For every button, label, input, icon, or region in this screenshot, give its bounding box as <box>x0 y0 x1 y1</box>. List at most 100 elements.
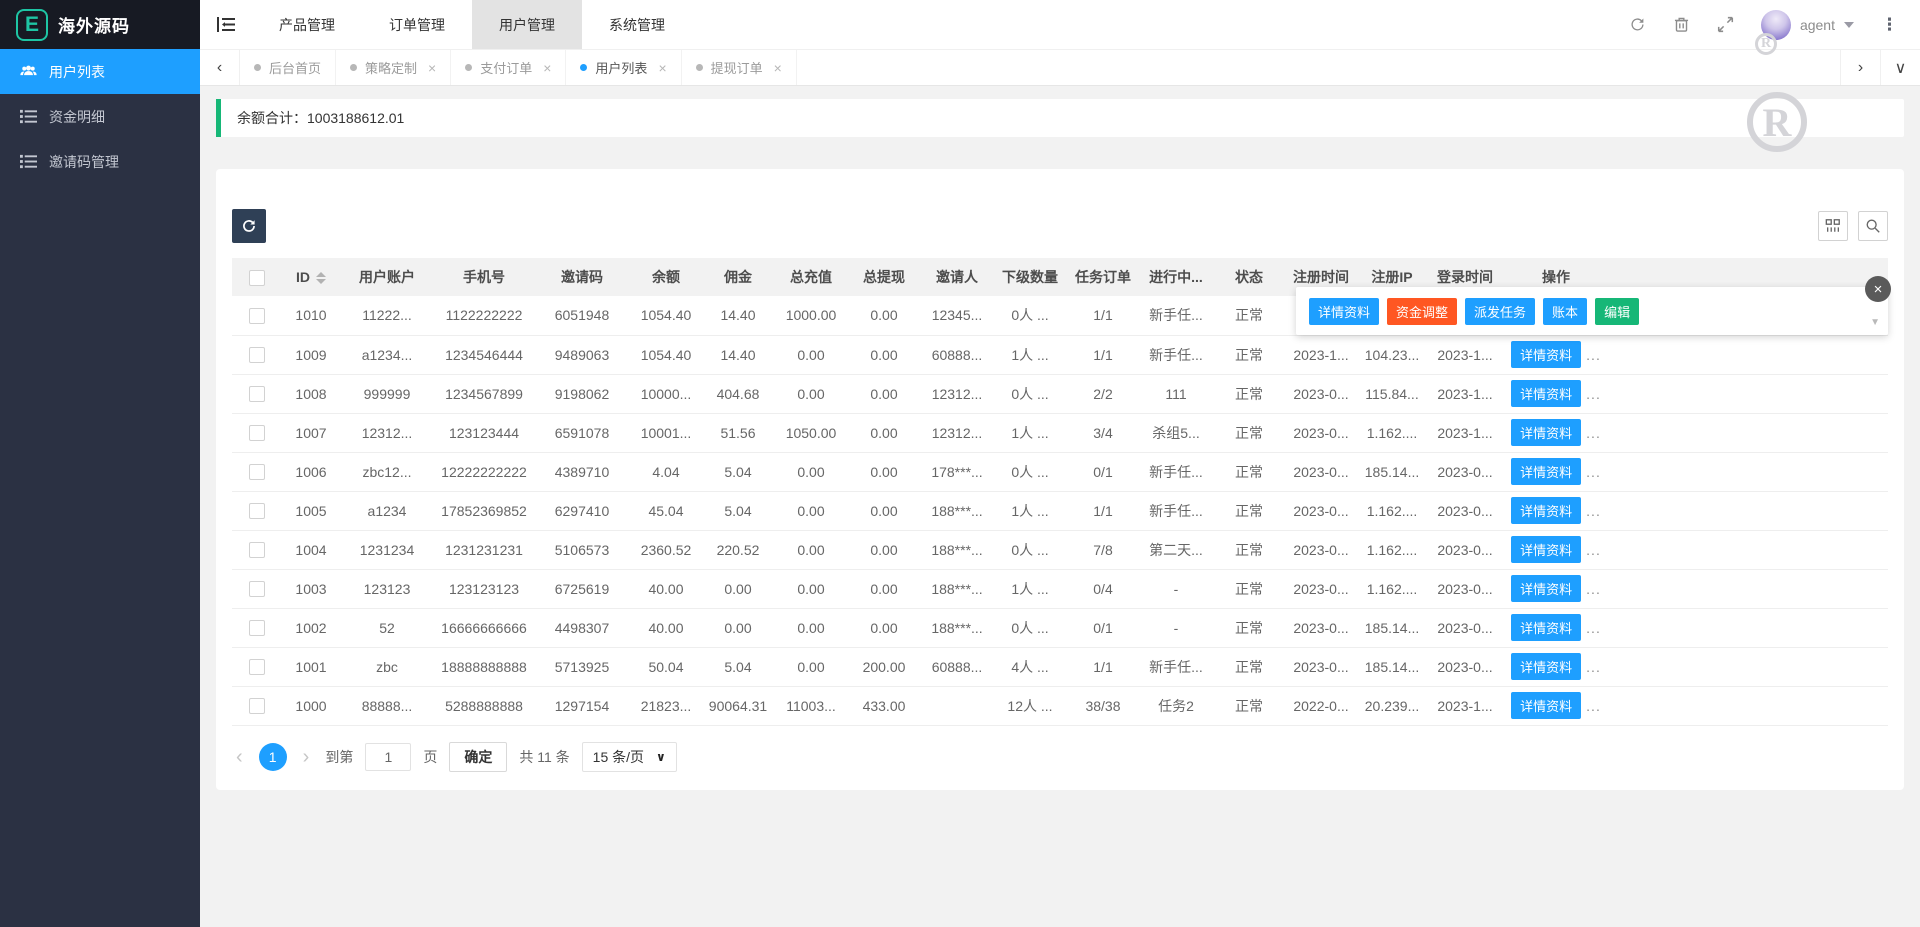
more-actions-icon[interactable]: ... <box>1586 347 1601 363</box>
select-all-checkbox[interactable] <box>249 270 265 286</box>
ledger-button[interactable]: 账本 <box>1543 298 1587 325</box>
nav-system-management[interactable]: 系统管理 <box>582 0 692 49</box>
tab-strategy[interactable]: 策略定制 × <box>336 50 451 85</box>
kebab-menu-icon[interactable]: ⋮ <box>1881 15 1898 35</box>
detail-button[interactable]: 详情资料 <box>1511 458 1581 485</box>
more-actions-icon[interactable]: ... <box>1586 425 1601 441</box>
more-actions-icon[interactable]: ... <box>1586 581 1601 597</box>
pagination: ‹ 1 › 到第 页 确定 共 11 条 15 条/页 ∨ <box>232 726 1888 774</box>
cell-status: 正常 <box>1212 452 1286 491</box>
detail-button[interactable]: 详情资料 <box>1511 575 1581 602</box>
actions-cell: 详情资料... <box>1502 647 1610 686</box>
more-actions-icon[interactable]: ... <box>1586 464 1601 480</box>
cell-phone: 18888888888 <box>434 647 534 686</box>
detail-button[interactable]: 详情资料 <box>1511 419 1581 446</box>
row-checkbox[interactable] <box>249 659 265 675</box>
refresh-icon[interactable] <box>1629 16 1646 33</box>
tabs-scroll-left-icon[interactable]: ‹ <box>200 50 240 85</box>
sidebar-item-invite-code[interactable]: 邀请码管理 <box>0 139 200 184</box>
avatar[interactable] <box>1761 10 1791 40</box>
edit-button[interactable]: 编辑 <box>1595 298 1639 325</box>
current-page-badge[interactable]: 1 <box>259 743 287 771</box>
fullscreen-icon[interactable] <box>1717 16 1734 33</box>
tabs-menu-icon[interactable]: ∨ <box>1880 50 1920 85</box>
trash-icon[interactable] <box>1673 16 1690 33</box>
sidebar-item-label: 用户列表 <box>49 62 105 82</box>
more-actions-icon[interactable]: ... <box>1586 386 1601 402</box>
more-actions-icon[interactable]: ... <box>1586 542 1601 558</box>
cell-tasks: 0/1 <box>1066 608 1140 647</box>
table-refresh-button[interactable] <box>232 209 266 243</box>
next-page-icon[interactable]: › <box>299 747 314 767</box>
cell-status: 正常 <box>1212 491 1286 530</box>
nav-user-management[interactable]: 用户管理 <box>472 0 582 49</box>
dispatch-task-button[interactable]: 派发任务 <box>1465 298 1535 325</box>
row-checkbox[interactable] <box>249 425 265 441</box>
tab-pay-orders[interactable]: 支付订单 × <box>451 50 566 85</box>
nav-product-management[interactable]: 产品管理 <box>252 0 362 49</box>
detail-button[interactable]: 详情资料 <box>1511 497 1581 524</box>
row-checkbox[interactable] <box>249 542 265 558</box>
cell-progress: - <box>1140 608 1212 647</box>
tab-home[interactable]: 后台首页 <box>240 50 336 85</box>
tab-close-icon[interactable]: × <box>428 60 436 76</box>
tab-label: 提现订单 <box>711 58 763 77</box>
tabs-scroll-right-icon[interactable]: › <box>1840 50 1880 85</box>
tab-close-icon[interactable]: × <box>543 60 551 76</box>
detail-button[interactable]: 详情资料 <box>1511 692 1581 719</box>
sort-icon[interactable] <box>316 272 326 284</box>
more-actions-icon[interactable]: ... <box>1586 698 1601 714</box>
cell-recharge: 0.00 <box>774 608 848 647</box>
row-select-cell <box>232 569 282 608</box>
detail-button[interactable]: 详情资料 <box>1511 536 1581 563</box>
confirm-page-button[interactable]: 确定 <box>449 742 507 772</box>
row-checkbox[interactable] <box>249 386 265 402</box>
cell-id: 1006 <box>282 452 340 491</box>
detail-button[interactable]: 详情资料 <box>1511 614 1581 641</box>
row-checkbox[interactable] <box>249 464 265 480</box>
tab-close-icon[interactable]: × <box>658 60 666 76</box>
row-checkbox[interactable] <box>249 347 265 363</box>
tab-close-icon[interactable]: × <box>774 60 782 76</box>
more-actions-icon[interactable]: ... <box>1586 503 1601 519</box>
col-task-orders: 任务订单 <box>1066 258 1140 296</box>
sidebar-item-user-list[interactable]: 用户列表 <box>0 49 200 94</box>
tab-user-list[interactable]: 用户列表 × <box>566 50 681 85</box>
more-actions-icon[interactable]: ... <box>1586 659 1601 675</box>
sidebar-item-label: 资金明细 <box>49 107 105 127</box>
row-checkbox[interactable] <box>249 308 265 324</box>
prev-page-icon[interactable]: ‹ <box>232 747 247 767</box>
detail-button[interactable]: 详情资料 <box>1309 298 1379 325</box>
filler-cell <box>1610 413 1888 452</box>
goto-page-input[interactable] <box>365 743 411 771</box>
nav-order-management[interactable]: 订单管理 <box>362 0 472 49</box>
detail-button[interactable]: 详情资料 <box>1511 380 1581 407</box>
actions-cell: 详情资料... <box>1502 569 1610 608</box>
user-menu[interactable]: agent <box>1761 10 1854 40</box>
page-size-select[interactable]: 15 条/页 ∨ <box>582 742 677 772</box>
more-actions-icon[interactable]: ... <box>1586 620 1601 636</box>
tab-dot <box>350 64 357 71</box>
chevron-down-icon <box>1844 22 1854 28</box>
tab-label: 后台首页 <box>269 58 321 77</box>
table-search-button[interactable] <box>1858 211 1888 241</box>
users-icon <box>20 63 37 80</box>
filler-cell <box>1610 647 1888 686</box>
row-checkbox[interactable] <box>249 698 265 714</box>
row-checkbox[interactable] <box>249 503 265 519</box>
close-icon[interactable]: × <box>1865 276 1891 302</box>
columns-filter-button[interactable] <box>1818 211 1848 241</box>
cell-tasks: 3/4 <box>1066 413 1140 452</box>
fund-adjust-button[interactable]: 资金调整 <box>1387 298 1457 325</box>
row-checkbox[interactable] <box>249 581 265 597</box>
sidebar-item-fund-detail[interactable]: 资金明细 <box>0 94 200 139</box>
menu-collapse-icon[interactable] <box>200 0 252 49</box>
cell-status: 正常 <box>1212 530 1286 569</box>
cell-login_time: 2023-0... <box>1428 569 1502 608</box>
detail-button[interactable]: 详情资料 <box>1511 653 1581 680</box>
tab-withdraw-orders[interactable]: 提现订单 × <box>682 50 797 85</box>
cell-status: 正常 <box>1212 647 1286 686</box>
detail-button[interactable]: 详情资料 <box>1511 341 1581 368</box>
row-checkbox[interactable] <box>249 620 265 636</box>
goto-label: 到第 <box>325 747 353 767</box>
